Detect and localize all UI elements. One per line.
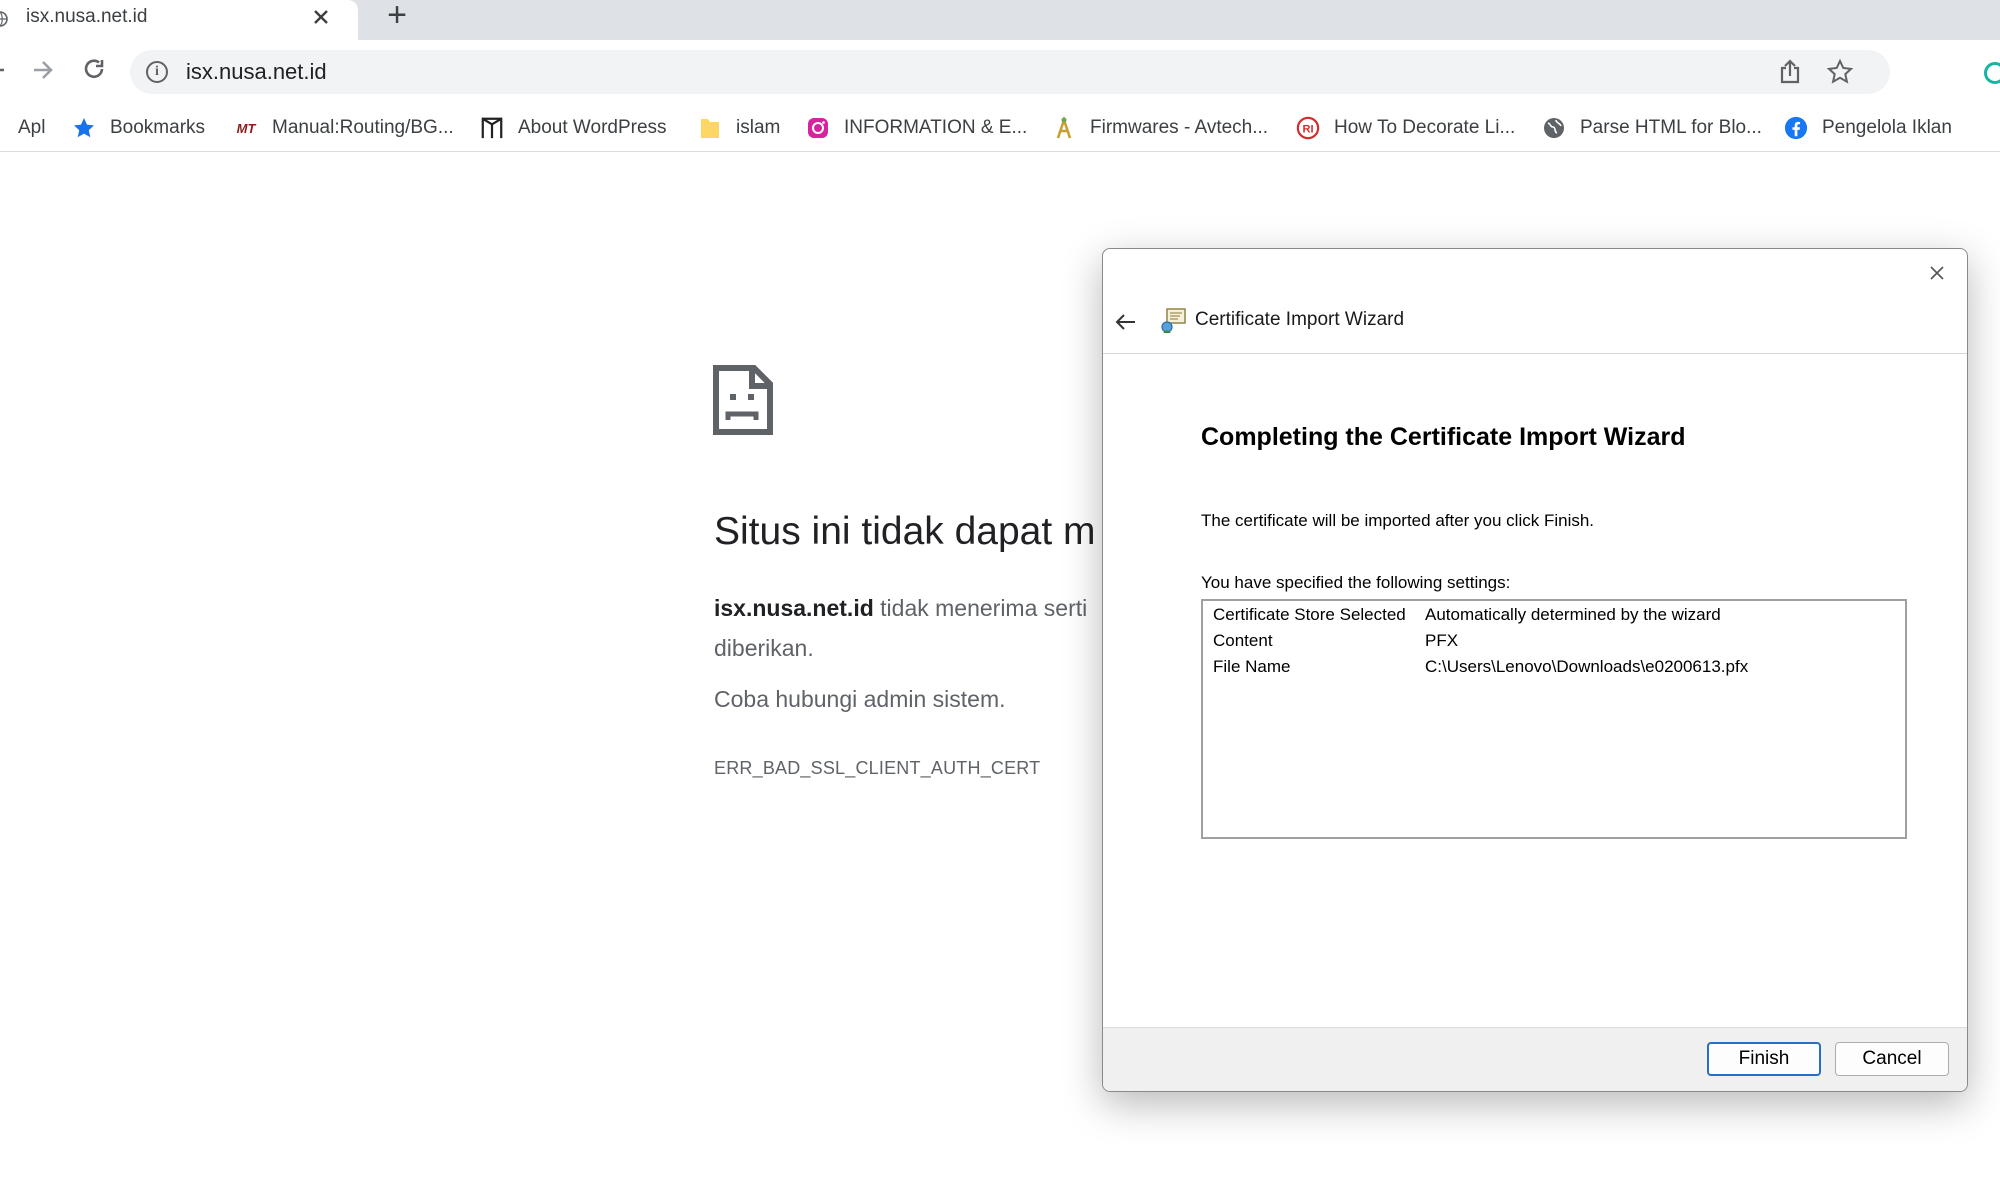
apps-grid-icon — [0, 116, 2, 140]
svg-text:RI: RI — [1302, 124, 1313, 136]
reload-icon[interactable] — [76, 52, 112, 88]
tab-active[interactable]: isx.nusa.net.id — [0, 0, 358, 40]
settings-value: PFX — [1425, 631, 1459, 650]
error-description-text: tidak menerima serti — [873, 595, 1088, 621]
certificate-icon — [1159, 307, 1189, 335]
wordpress-icon — [480, 116, 504, 140]
wizard-description: The certificate will be imported after y… — [1201, 511, 1595, 530]
error-host: isx.nusa.net.id — [714, 595, 874, 621]
settings-list[interactable]: Certificate Store Selected Automatically… — [1201, 599, 1907, 839]
bookmark-pengelola-iklan[interactable]: Pengelola Iklan — [1784, 114, 1952, 142]
bookmark-parse-html[interactable]: Parse HTML for Blo... — [1542, 114, 1762, 142]
bookmark-instagram[interactable]: INFORMATION & E... — [806, 114, 1027, 142]
tab-strip: isx.nusa.net.id + — [0, 0, 2000, 40]
finish-button[interactable]: Finish — [1707, 1042, 1821, 1076]
mikrotik-icon: MT — [236, 120, 256, 136]
facebook-icon — [1784, 116, 1808, 140]
forward-icon[interactable] — [24, 52, 60, 88]
star-icon — [72, 116, 96, 140]
bookmark-mikrotik[interactable]: MT Manual:Routing/BG... — [234, 114, 454, 142]
avtech-icon — [1052, 116, 1076, 140]
close-tab-icon[interactable] — [308, 4, 334, 30]
url-text: isx.nusa.net.id — [186, 59, 327, 84]
bookmark-avtech[interactable]: Firmwares - Avtech... — [1052, 114, 1268, 142]
close-icon[interactable] — [1925, 261, 1949, 285]
back-icon[interactable] — [0, 52, 14, 88]
settings-label: You have specified the following setting… — [1201, 573, 1511, 592]
bookmarks-bar: Apl Bookmarks MT Manual:Routing/BG... Ab… — [0, 104, 2000, 152]
bookmark-folder-islam[interactable]: islam — [698, 114, 780, 142]
settings-value: Automatically determined by the wizard — [1425, 605, 1721, 624]
share-icon[interactable] — [1776, 58, 1804, 93]
ri-icon: RI — [1296, 116, 1320, 140]
settings-value: C:\Users\Lenovo\Downloads\e0200613.pfx — [1425, 657, 1749, 676]
settings-key: Content — [1213, 631, 1273, 650]
error-description-line2: diberikan. — [714, 635, 814, 661]
certificate-import-wizard-dialog: Certificate Import Wizard Completing the… — [1102, 248, 1968, 1092]
address-bar[interactable]: i isx.nusa.net.id — [130, 50, 1890, 94]
error-code: ERR_BAD_SSL_CLIENT_AUTH_CERT — [714, 758, 1041, 778]
error-hint: Coba hubungi admin sistem. — [714, 686, 1006, 712]
back-arrow-icon[interactable] — [1111, 307, 1141, 337]
dialog-footer: Finish Cancel — [1103, 1027, 1967, 1091]
new-tab-button[interactable]: + — [380, 0, 414, 32]
wizard-heading: Completing the Certificate Import Wizard — [1201, 423, 1686, 451]
folder-icon — [698, 116, 722, 140]
bookmark-apps[interactable]: Apl — [0, 114, 45, 142]
bookmark-folder-bookmarks[interactable]: Bookmarks — [72, 114, 205, 142]
bookmark-star-icon[interactable] — [1826, 55, 1854, 93]
settings-key: Certificate Store Selected — [1213, 605, 1406, 624]
broken-page-icon — [712, 364, 774, 436]
instagram-icon — [806, 116, 830, 140]
globe-icon — [1542, 116, 1566, 140]
site-info-icon[interactable]: i — [146, 61, 168, 83]
error-title: Situs ini tidak dapat m — [714, 510, 1096, 553]
cancel-button[interactable]: Cancel — [1835, 1042, 1949, 1076]
browser-toolbar: i isx.nusa.net.id — [0, 40, 2000, 104]
settings-key: File Name — [1213, 657, 1291, 676]
header-divider — [1103, 353, 1967, 354]
tab-title: isx.nusa.net.id — [26, 6, 148, 27]
globe-icon — [0, 11, 8, 27]
bookmark-decorate[interactable]: RI How To Decorate Li... — [1296, 114, 1515, 142]
extension-icon[interactable] — [1984, 62, 2000, 84]
bookmark-wordpress[interactable]: About WordPress — [480, 114, 667, 142]
wizard-window-title: Certificate Import Wizard — [1195, 309, 1405, 330]
